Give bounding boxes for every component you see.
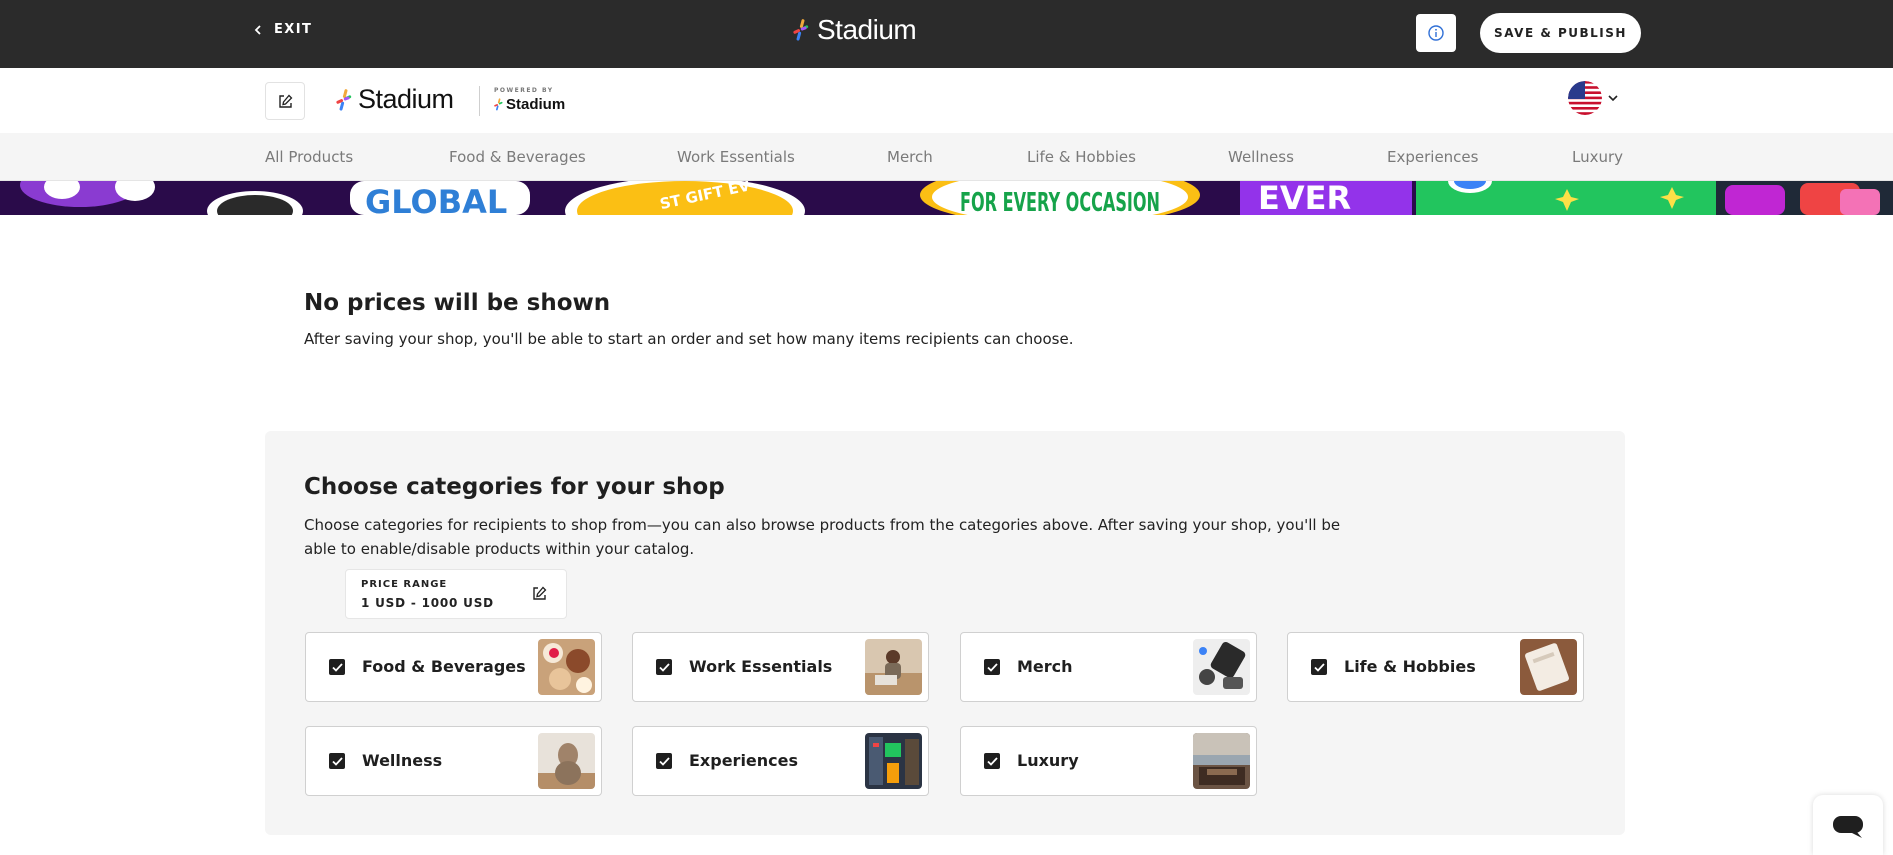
categories-title: Choose categories for your shop bbox=[304, 474, 725, 500]
edit-icon bbox=[278, 94, 292, 108]
stadium-logo-icon bbox=[336, 88, 352, 111]
chevron-down-icon bbox=[1608, 95, 1618, 102]
exit-label: EXIT bbox=[274, 22, 313, 37]
banner-text-global: GLOBAL bbox=[365, 183, 507, 215]
us-flag-icon bbox=[1568, 81, 1602, 115]
edit-icon[interactable] bbox=[532, 586, 547, 601]
brand-logo: Stadium bbox=[793, 14, 917, 46]
nav-item-work-essentials[interactable]: Work Essentials bbox=[677, 148, 795, 166]
checkmark-icon bbox=[986, 662, 998, 672]
shop-header: Stadium POWERED BY Stadium bbox=[0, 68, 1893, 133]
checkbox-checked[interactable] bbox=[329, 753, 345, 769]
powered-by-label: POWERED BY bbox=[494, 87, 554, 94]
wellness-thumbnail bbox=[538, 733, 595, 789]
checkmark-icon bbox=[658, 662, 670, 672]
chat-icon bbox=[1833, 816, 1863, 838]
stadium-logo-icon bbox=[494, 98, 503, 111]
no-prices-description: After saving your shop, you'll be able t… bbox=[304, 330, 1074, 348]
banner-artwork: GLOBAL ST GIFT EV FOR EVERY OCCASION EVE… bbox=[0, 181, 1893, 215]
category-card-merch[interactable]: Merch bbox=[960, 632, 1257, 702]
country-selector[interactable] bbox=[1568, 81, 1618, 115]
price-range-box[interactable]: PRICE RANGE 1 USD - 1000 USD bbox=[345, 569, 567, 619]
category-card-label: Food & Beverages bbox=[362, 657, 526, 676]
nav-item-wellness[interactable]: Wellness bbox=[1228, 148, 1294, 166]
info-button[interactable] bbox=[1416, 14, 1456, 52]
categories-description: Choose categories for recipients to shop… bbox=[304, 516, 1341, 558]
category-nav: All Products Food & Beverages Work Essen… bbox=[0, 133, 1893, 181]
work-essentials-thumbnail bbox=[865, 639, 922, 695]
stadium-logo-icon bbox=[793, 19, 809, 41]
checkmark-icon bbox=[986, 756, 998, 766]
checkmark-icon bbox=[1313, 662, 1325, 672]
category-card-label: Luxury bbox=[1017, 751, 1079, 770]
shop-logo-text: Stadium bbox=[358, 84, 454, 114]
banner-text-ever: EVER bbox=[1258, 181, 1351, 215]
checkbox-checked[interactable] bbox=[1311, 659, 1327, 675]
powered-by-brand: Stadium bbox=[506, 96, 566, 113]
nav-item-life-hobbies[interactable]: Life & Hobbies bbox=[1027, 148, 1136, 166]
category-card-work-essentials[interactable]: Work Essentials bbox=[632, 632, 929, 702]
top-bar: EXIT Stadium SAVE & PUBLISH bbox=[0, 0, 1893, 68]
no-prices-title: No prices will be shown bbox=[304, 290, 611, 316]
category-card-label: Merch bbox=[1017, 657, 1073, 676]
checkmark-icon bbox=[331, 756, 343, 766]
price-range-label: PRICE RANGE bbox=[361, 579, 448, 590]
category-card-label: Experiences bbox=[689, 751, 799, 770]
shop-logo: Stadium bbox=[336, 84, 454, 115]
checkbox-checked[interactable] bbox=[984, 753, 1000, 769]
edit-logo-button[interactable] bbox=[265, 82, 305, 120]
merch-thumbnail bbox=[1193, 639, 1250, 695]
brand-name: Stadium bbox=[817, 14, 917, 45]
price-range-value: 1 USD - 1000 USD bbox=[361, 596, 494, 610]
checkbox-checked[interactable] bbox=[656, 659, 672, 675]
powered-by-badge: POWERED BY Stadium bbox=[494, 87, 565, 113]
banner-text-occasion: FOR EVERY OCCASION bbox=[960, 188, 1160, 215]
checkmark-icon bbox=[331, 662, 343, 672]
category-card-life-hobbies[interactable]: Life & Hobbies bbox=[1287, 632, 1584, 702]
category-card-wellness[interactable]: Wellness bbox=[305, 726, 602, 796]
checkbox-checked[interactable] bbox=[984, 659, 1000, 675]
checkbox-checked[interactable] bbox=[656, 753, 672, 769]
info-icon bbox=[1428, 25, 1444, 41]
nav-item-experiences[interactable]: Experiences bbox=[1387, 148, 1478, 166]
hero-banner: GLOBAL ST GIFT EV FOR EVERY OCCASION EVE… bbox=[0, 181, 1893, 215]
food-beverages-thumbnail bbox=[538, 639, 595, 695]
category-card-label: Life & Hobbies bbox=[1344, 657, 1476, 676]
nav-item-merch[interactable]: Merch bbox=[887, 148, 933, 166]
nav-item-luxury[interactable]: Luxury bbox=[1572, 148, 1623, 166]
category-card-luxury[interactable]: Luxury bbox=[960, 726, 1257, 796]
exit-button[interactable]: EXIT bbox=[252, 22, 312, 37]
chat-widget-button[interactable] bbox=[1813, 795, 1883, 855]
logo-divider bbox=[479, 86, 480, 116]
category-card-label: Wellness bbox=[362, 751, 443, 770]
experiences-thumbnail bbox=[865, 733, 922, 789]
category-card-food-beverages[interactable]: Food & Beverages bbox=[305, 632, 602, 702]
nav-item-all-products[interactable]: All Products bbox=[265, 148, 353, 166]
life-hobbies-thumbnail bbox=[1520, 639, 1577, 695]
nav-item-food-beverages[interactable]: Food & Beverages bbox=[449, 148, 586, 166]
save-publish-button[interactable]: SAVE & PUBLISH bbox=[1480, 13, 1641, 53]
checkmark-icon bbox=[658, 756, 670, 766]
category-card-label: Work Essentials bbox=[689, 657, 833, 676]
checkbox-checked[interactable] bbox=[329, 659, 345, 675]
luxury-thumbnail bbox=[1193, 733, 1250, 789]
chevron-left-icon bbox=[254, 24, 261, 35]
category-card-experiences[interactable]: Experiences bbox=[632, 726, 929, 796]
